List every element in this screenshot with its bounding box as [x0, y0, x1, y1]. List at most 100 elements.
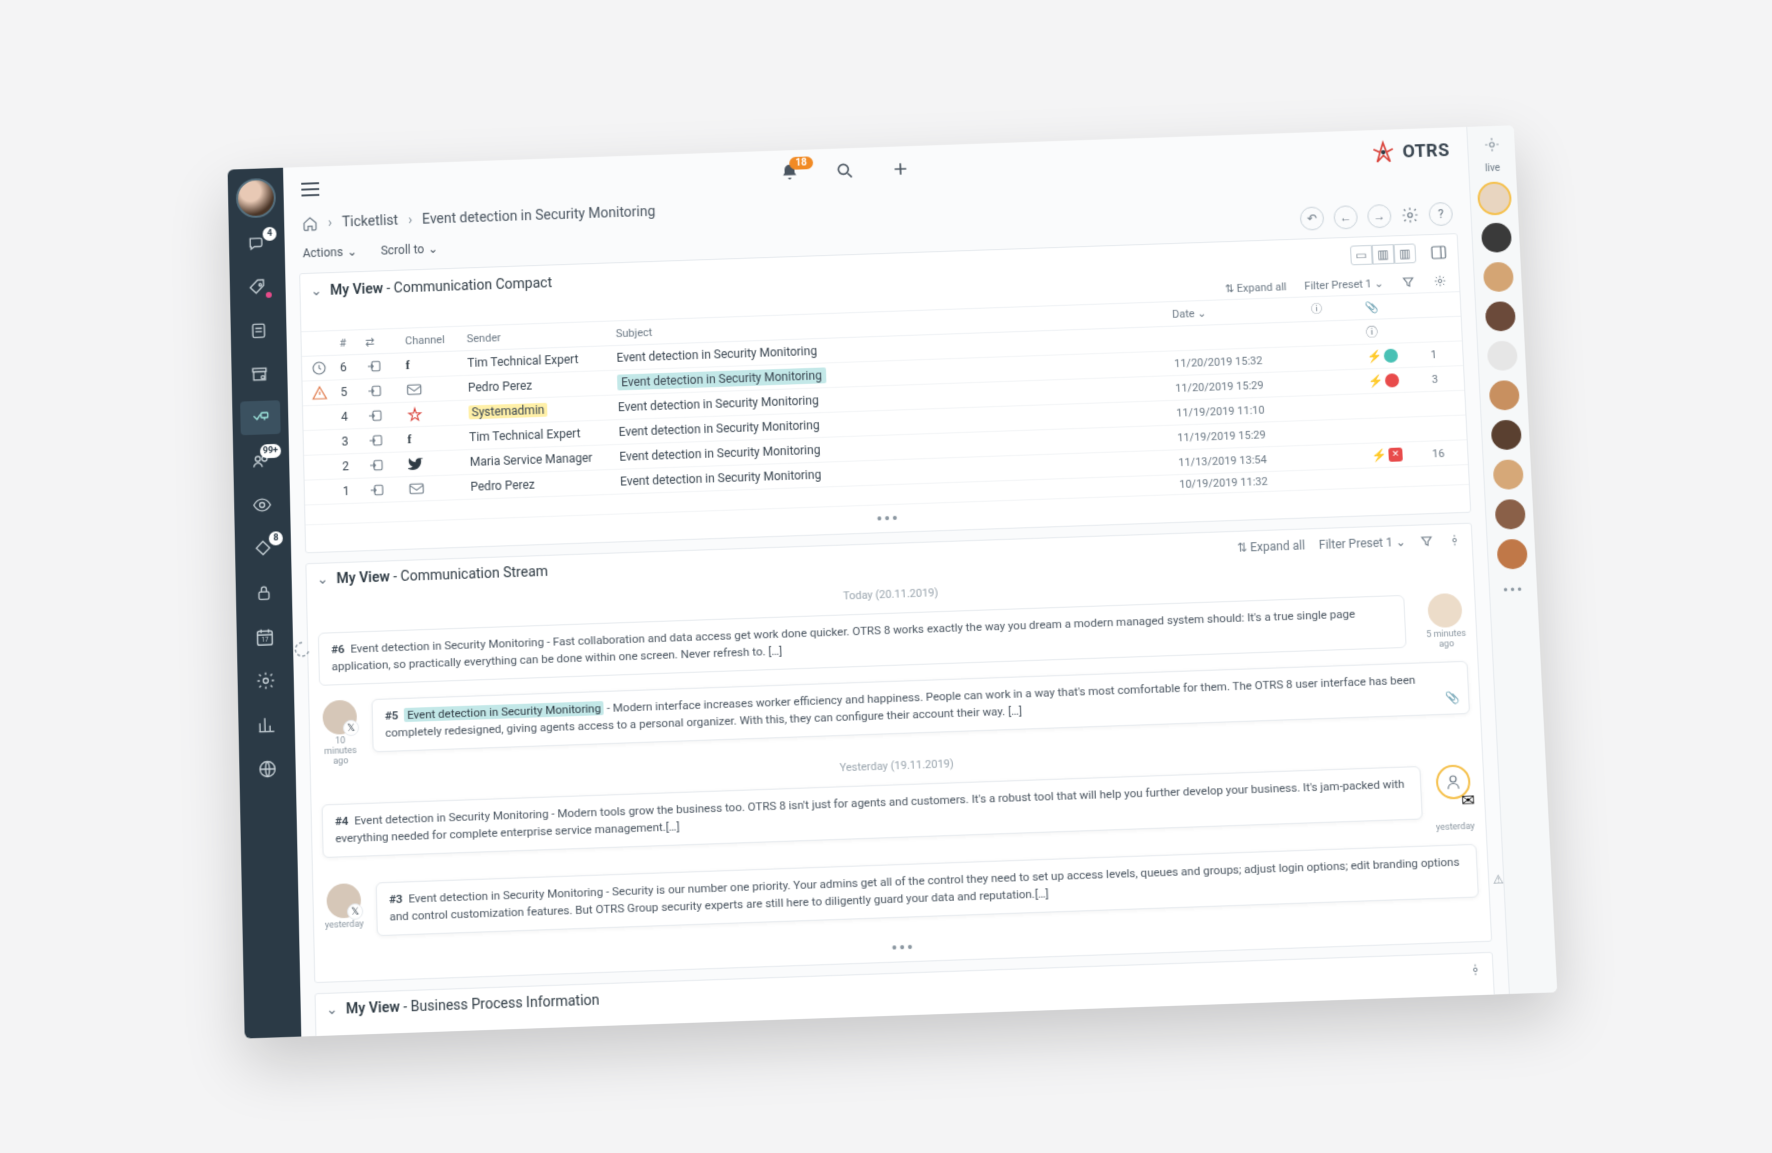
expand-all[interactable]: ⇅ Expand all — [1225, 279, 1287, 294]
gear-icon[interactable] — [1401, 205, 1420, 223]
date: 11/20/2019 15:32 — [1174, 351, 1314, 369]
channel-icon — [408, 480, 470, 494]
presence-avatar[interactable] — [1494, 498, 1525, 529]
presence-label: live — [1485, 162, 1500, 173]
message-avatar: 5 minutes ago — [1424, 592, 1467, 649]
filter-icon[interactable] — [1419, 533, 1434, 547]
presence-avatar[interactable] — [1482, 261, 1513, 292]
gear-icon[interactable] — [1447, 533, 1462, 547]
section-title: My View — [346, 998, 400, 1016]
gear-icon[interactable] — [1433, 273, 1448, 287]
sidebar-note[interactable] — [238, 313, 278, 348]
help-button[interactable]: ? — [1428, 201, 1453, 225]
badge: 4 — [262, 226, 276, 240]
presence-avatar[interactable] — [1496, 538, 1527, 569]
section-stream: ⌄ My View - Communication Stream ⇅ Expan… — [305, 522, 1492, 982]
count — [1412, 328, 1454, 329]
sender: Pedro Perez — [470, 474, 620, 493]
main-area: 18 OTRS › Ticketlist › Event detection i… — [283, 126, 1509, 1036]
twitter-icon: 𝕏 — [343, 719, 359, 736]
sidebar-chat[interactable]: 4 — [237, 226, 277, 261]
loading-icon — [293, 640, 311, 659]
filter-icon[interactable] — [1401, 274, 1416, 288]
attachment-icon[interactable]: 📎 — [1445, 689, 1460, 707]
sender: Tim Technical Expert — [469, 425, 619, 444]
state-icon — [312, 457, 330, 475]
sidebar-lock[interactable] — [244, 575, 285, 610]
count — [1416, 427, 1458, 428]
breadcrumb-current: Event detection in Security Monitoring — [422, 203, 656, 227]
filter-preset[interactable]: Filter Preset 1 ⌄ — [1319, 534, 1406, 551]
section-title: My View — [330, 281, 383, 299]
presence-avatar[interactable] — [1478, 183, 1509, 213]
sidebar-diamond[interactable]: 8 — [243, 531, 284, 566]
date — [1173, 333, 1312, 338]
breadcrumb-item[interactable]: Ticketlist — [342, 212, 399, 230]
menu-toggle[interactable] — [301, 182, 319, 196]
more-icon[interactable]: ••• — [1490, 578, 1538, 604]
direction-in-icon — [367, 431, 407, 448]
svg-text:17: 17 — [261, 635, 269, 643]
presence-avatar[interactable] — [1486, 340, 1517, 371]
presence-settings-icon[interactable] — [1482, 135, 1501, 153]
state-icon — [313, 482, 331, 501]
date: 11/13/2019 13:54 — [1178, 450, 1318, 468]
add-button[interactable] — [890, 158, 910, 178]
search-button[interactable] — [835, 160, 855, 180]
undo-button[interactable]: ↶ — [1300, 206, 1325, 230]
panel-layout-icon[interactable] — [1429, 243, 1448, 261]
presence-avatar[interactable] — [1490, 419, 1521, 450]
app-window: 4 99+ 8 17 — [228, 125, 1558, 1038]
filter-preset[interactable]: Filter Preset 1 ⌄ — [1304, 276, 1384, 292]
presence-avatar[interactable] — [1492, 459, 1523, 490]
flags: ⓘ — [1366, 321, 1412, 339]
chevron-down-icon: ⌄ — [428, 241, 438, 255]
home-icon[interactable] — [302, 215, 318, 231]
sidebar-settings[interactable] — [245, 662, 286, 697]
sender: Systemadmin — [468, 400, 618, 419]
next-button[interactable]: → — [1367, 204, 1392, 228]
sender: Maria Service Manager — [470, 449, 620, 468]
mail-icon: ✉ — [1461, 790, 1475, 810]
flags: ⚡✕ — [1371, 446, 1417, 461]
notifications-button[interactable]: 18 — [780, 162, 800, 182]
presence-avatar[interactable] — [1484, 301, 1515, 332]
gear-icon[interactable] — [1468, 961, 1483, 976]
sidebar-tag[interactable] — [238, 270, 278, 305]
flags: ⚡ — [1367, 348, 1413, 363]
presence-avatar[interactable] — [1488, 380, 1519, 411]
state-icon — [311, 408, 329, 426]
chevron-right-icon: › — [408, 212, 413, 228]
sidebar-stats[interactable] — [246, 707, 287, 743]
state-icon — [312, 433, 330, 451]
actions-dropdown[interactable]: Actions ⌄ — [303, 244, 358, 260]
notif-badge: 18 — [789, 156, 813, 170]
direction-in-icon — [366, 381, 406, 398]
collapse-icon[interactable]: ⌄ — [310, 283, 322, 299]
collapse-icon[interactable]: ⌄ — [326, 1001, 338, 1018]
section-title: My View — [336, 569, 390, 587]
date: 11/20/2019 15:29 — [1175, 376, 1315, 394]
direction-in-icon — [368, 456, 408, 473]
expand-all[interactable]: ⇅ Expand all — [1237, 538, 1305, 554]
sidebar-group[interactable]: 99+ — [241, 443, 282, 478]
collapse-icon[interactable]: ⌄ — [317, 571, 329, 587]
sidebar-monitor[interactable] — [240, 400, 281, 435]
flags — [1370, 429, 1416, 431]
sidebar-eye[interactable] — [242, 487, 283, 522]
user-avatar[interactable] — [236, 177, 276, 218]
attachment-icon: 📎 — [1364, 299, 1410, 313]
channel-icon — [406, 381, 468, 395]
channel-icon: f — [405, 355, 467, 372]
content-scroll: ⌄ My View - Communication Compact ▭▥▥ ⇅ … — [285, 232, 1509, 1036]
view-toggle[interactable]: ▭▥▥ — [1350, 243, 1416, 265]
direction-in-icon — [366, 357, 406, 374]
prev-button[interactable]: ← — [1333, 205, 1358, 229]
message-avatar: 𝕏yesterday — [323, 882, 364, 930]
scrollto-dropdown[interactable]: Scroll to ⌄ — [381, 241, 439, 257]
sidebar-archive[interactable] — [239, 356, 279, 391]
channel-icon — [408, 455, 470, 471]
sidebar-calendar[interactable]: 17 — [244, 618, 285, 653]
presence-avatar[interactable] — [1480, 222, 1511, 252]
sidebar-globe[interactable] — [247, 751, 288, 787]
